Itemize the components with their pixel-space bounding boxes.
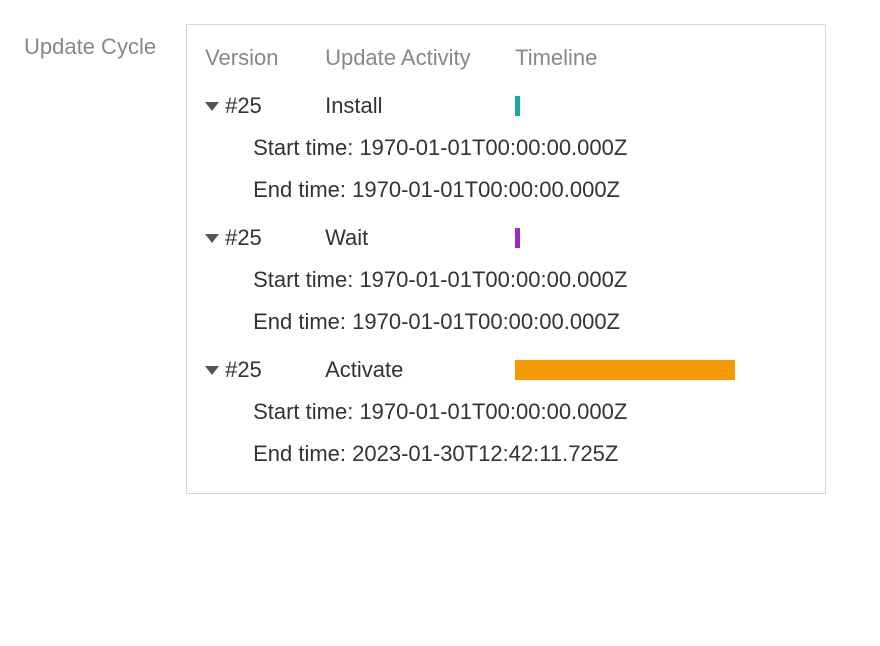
start-label: Start time: [253, 135, 359, 160]
start-label: Start time: [253, 267, 359, 292]
section-label: Update Cycle [24, 24, 156, 60]
start-value: 1970-01-01T00:00:00.000Z [359, 267, 627, 292]
update-cycle-panel: Version Update Activity Timeline #25 Ins… [186, 24, 826, 494]
end-value: 1970-01-01T00:00:00.000Z [352, 177, 620, 202]
end-value: 2023-01-30T12:42:11.725Z [352, 441, 618, 466]
start-time-row: Start time: 1970-01-01T00:00:00.000Z [205, 259, 807, 301]
table-row: #25 Activate Start time: 1970-01-01T00:0… [205, 349, 807, 475]
table-row: #25 Wait Start time: 1970-01-01T00:00:00… [205, 217, 807, 343]
caret-down-icon[interactable] [205, 366, 219, 375]
start-label: Start time: [253, 399, 359, 424]
table-header: Version Update Activity Timeline [205, 37, 807, 79]
end-label: End time: [253, 177, 352, 202]
activity-text: Install [325, 93, 515, 119]
end-time-row: End time: 1970-01-01T00:00:00.000Z [205, 169, 807, 211]
header-version: Version [205, 45, 325, 71]
version-text: #25 [225, 93, 262, 119]
timeline-bar [515, 96, 520, 116]
timeline-bar [515, 360, 735, 380]
start-value: 1970-01-01T00:00:00.000Z [359, 399, 627, 424]
timeline-bar [515, 228, 520, 248]
caret-down-icon[interactable] [205, 234, 219, 243]
end-time-row: End time: 1970-01-01T00:00:00.000Z [205, 301, 807, 343]
version-text: #25 [225, 225, 262, 251]
header-timeline: Timeline [515, 45, 807, 71]
activity-text: Activate [325, 357, 515, 383]
start-time-row: Start time: 1970-01-01T00:00:00.000Z [205, 391, 807, 433]
version-text: #25 [225, 357, 262, 383]
header-activity: Update Activity [325, 45, 515, 71]
end-label: End time: [253, 309, 352, 334]
end-value: 1970-01-01T00:00:00.000Z [352, 309, 620, 334]
caret-down-icon[interactable] [205, 102, 219, 111]
table-row: #25 Install Start time: 1970-01-01T00:00… [205, 85, 807, 211]
end-label: End time: [253, 441, 352, 466]
start-value: 1970-01-01T00:00:00.000Z [359, 135, 627, 160]
activity-text: Wait [325, 225, 515, 251]
end-time-row: End time: 2023-01-30T12:42:11.725Z [205, 433, 807, 475]
start-time-row: Start time: 1970-01-01T00:00:00.000Z [205, 127, 807, 169]
